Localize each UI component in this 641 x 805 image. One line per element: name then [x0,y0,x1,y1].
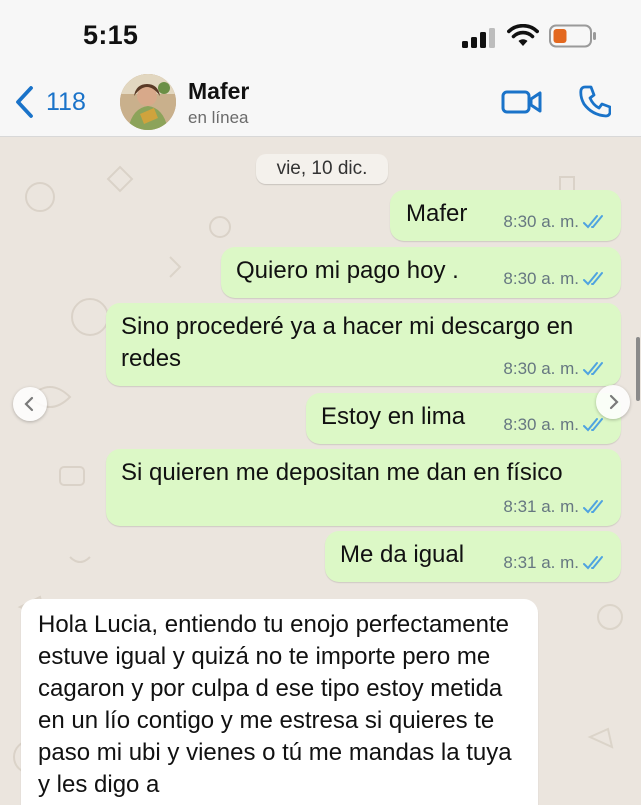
contact-name[interactable]: Mafer [188,78,249,105]
scroll-right-button[interactable] [596,385,630,419]
message-list[interactable]: vie, 10 dic. Mafer 8:30 a. m. Quiero mi … [0,137,641,805]
message-text: Si quieren me depositan me dan en físico [121,459,563,486]
message-time: 8:30 a. m. [503,415,579,434]
date-separator: vie, 10 dic. [256,154,388,184]
message-meta: 8:30 a. m. [503,269,607,289]
wifi-icon [507,24,539,46]
message-text: Quiero mi pago hoy . [236,257,459,284]
scrollbar[interactable] [636,337,640,401]
unread-count: 118 [46,87,86,116]
message-bubble-outgoing[interactable]: Mafer 8:30 a. m. [390,190,621,241]
message-text: Mafer [406,200,468,227]
message-bubble-incoming[interactable]: Hola Lucia, entiendo tu enojo perfectame… [21,599,538,805]
back-chevron-icon [16,86,33,118]
battery-icon [549,24,596,48]
avatar[interactable] [120,74,176,130]
message-time: 8:30 a. m. [503,269,579,288]
message-bubble-outgoing[interactable]: Estoy en lima 8:30 a. m. [306,393,621,444]
message-meta: 8:30 a. m. [503,415,607,435]
chat-header: 118 Mafer en línea [0,70,641,137]
message-time: 8:31 a. m. [503,553,579,572]
message-time: 8:30 a. m. [503,212,579,231]
scroll-left-icon [24,396,34,412]
read-receipt-icon [583,215,603,229]
message-text: Me da igual [340,541,465,568]
message-bubble-outgoing[interactable]: Sino procederé ya a hacer mi descargo en… [106,303,621,386]
scroll-left-button[interactable] [13,387,47,421]
message-meta: 8:31 a. m. [503,497,607,517]
message-time: 8:30 a. m. [503,359,579,378]
status-bar: 5:15 [0,0,641,70]
signal-icon [462,28,495,48]
message-bubble-outgoing[interactable]: Quiero mi pago hoy . 8:30 a. m. [221,247,621,298]
presence-status: en línea [188,108,249,127]
message-meta: 8:30 a. m. [503,212,607,232]
read-receipt-icon [583,556,603,570]
read-receipt-icon [583,500,603,514]
video-call-icon[interactable] [500,86,544,118]
message-text: Hola Lucia, entiendo tu enojo perfectame… [38,611,512,798]
message-bubble-outgoing[interactable]: Me da igual 8:31 a. m. [325,531,621,582]
message-meta: 8:31 a. m. [503,553,607,573]
message-time: 8:31 a. m. [503,497,579,516]
read-receipt-icon [583,418,603,432]
message-text: Estoy en lima [321,403,466,430]
read-receipt-icon [583,362,603,376]
read-receipt-icon [583,272,603,286]
phone-icon[interactable] [577,84,611,120]
message-meta: 8:30 a. m. [503,359,607,379]
status-time: 5:15 [83,20,139,50]
scroll-right-icon [609,394,619,410]
back-button[interactable]: 118 [14,84,86,120]
message-bubble-outgoing[interactable]: Si quieren me depositan me dan en físico… [106,449,621,526]
